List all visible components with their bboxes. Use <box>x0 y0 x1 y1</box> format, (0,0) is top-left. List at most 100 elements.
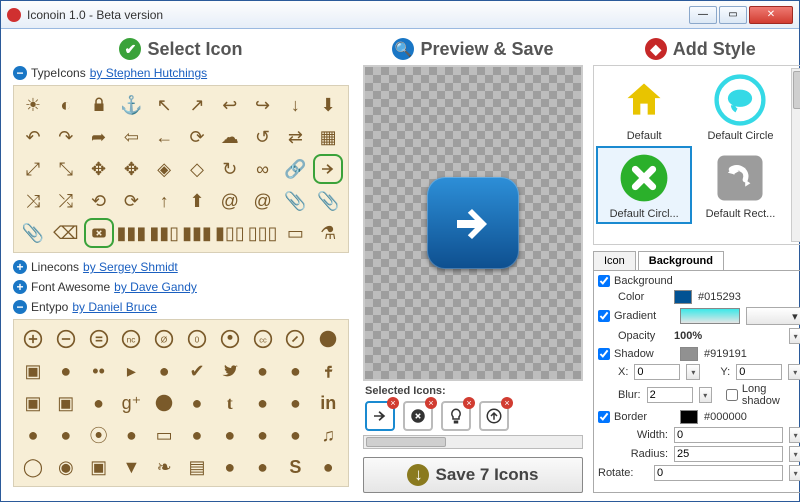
battery-low-icon[interactable]: ▮▯▯ <box>217 220 243 246</box>
opacity-spinner[interactable]: ▾ <box>789 328 800 344</box>
gplus-circle-icon[interactable]: ● <box>86 390 112 416</box>
github-icon[interactable] <box>315 326 341 352</box>
delete-icon[interactable] <box>86 220 112 246</box>
clip-icon[interactable]: 📎 <box>20 220 46 246</box>
cloud-loop-icon[interactable]: ☁ <box>217 124 243 150</box>
expand-icon[interactable]: + <box>13 280 27 294</box>
compress-icon[interactable]: ✥ <box>86 156 112 182</box>
spotify-circle-icon[interactable]: ● <box>282 422 308 448</box>
aperture-icon[interactable]: ◉ <box>53 454 79 480</box>
battery-empty-icon[interactable]: ▯▯▯ <box>250 220 276 246</box>
circle-plus-icon[interactable] <box>20 326 46 352</box>
save-button[interactable]: ↓ Save 7 Icons <box>363 457 583 493</box>
selected-thumb-upcircle[interactable]: × <box>479 401 509 431</box>
style-default[interactable]: Default <box>598 70 690 144</box>
remove-icon[interactable]: × <box>463 397 475 409</box>
blur-spinner[interactable]: ▾ <box>699 387 712 403</box>
border-swatch[interactable] <box>680 410 698 424</box>
gradient-swatch[interactable] <box>680 308 740 324</box>
minimize-button[interactable]: — <box>689 6 717 24</box>
flickr-circle-icon[interactable]: ● <box>53 358 79 384</box>
spotify-icon[interactable]: ♫ <box>315 422 341 448</box>
pinterest-icon[interactable] <box>151 390 177 416</box>
flickr-square-icon[interactable]: ▣ <box>20 358 46 384</box>
at-sign2-icon[interactable]: @ <box>250 188 276 214</box>
battery-full-icon[interactable]: ▮▮▮ <box>118 220 144 246</box>
refresh-icon[interactable]: ⟲ <box>86 188 112 214</box>
cycle-icon[interactable]: ↺ <box>250 124 276 150</box>
infinity-icon[interactable]: ∞ <box>250 156 276 182</box>
x-spinner[interactable]: ▾ <box>686 364 700 380</box>
color-swatch[interactable] <box>674 290 692 304</box>
diamond-icon[interactable]: ◇ <box>184 156 210 182</box>
style-scrollbar[interactable] <box>791 68 800 242</box>
facebook-circle-icon[interactable]: ● <box>282 358 308 384</box>
selected-thumb-bulb[interactable]: × <box>441 401 471 431</box>
redo-icon[interactable]: ↷ <box>53 124 79 150</box>
collapse-icon[interactable]: − <box>13 66 27 80</box>
arrow-up2-icon[interactable]: ⬆ <box>184 188 210 214</box>
forward-icon[interactable]: ➦ <box>86 124 112 150</box>
style-default-circle[interactable]: Default Circle <box>694 70 786 144</box>
sun-icon[interactable]: ☀ <box>20 92 46 118</box>
family-fontawesome-author-link[interactable]: by Dave Gandy <box>114 280 197 294</box>
swap-icon[interactable]: ⇄ <box>282 124 308 150</box>
selected-thumb-arrow[interactable]: × <box>365 401 395 431</box>
skype-icon[interactable]: ● <box>217 454 243 480</box>
width-spinner[interactable]: ▾ <box>789 427 800 443</box>
circle-equals-icon[interactable] <box>86 326 112 352</box>
delete-outline-icon[interactable]: ⌫ <box>53 220 79 246</box>
stumble-icon[interactable]: ⦿ <box>86 422 112 448</box>
facebook-icon[interactable] <box>315 358 341 384</box>
arrow-right-icon[interactable] <box>315 156 341 182</box>
anchor-icon[interactable]: ⚓ <box>118 92 144 118</box>
map-icon[interactable]: ▦ <box>315 124 341 150</box>
arrow-up-right-icon[interactable]: ↗ <box>184 92 210 118</box>
undo-icon[interactable]: ↶ <box>20 124 46 150</box>
skype-s-icon[interactable]: S <box>282 454 308 480</box>
vimeo-icon[interactable]: ✔ <box>184 358 210 384</box>
lock-icon[interactable] <box>86 92 112 118</box>
back-outline-icon[interactable]: ⇦ <box>118 124 144 150</box>
twitter-circle-icon[interactable]: ● <box>250 358 276 384</box>
y-input[interactable] <box>736 364 782 380</box>
rotate-spinner[interactable]: ▾ <box>789 465 800 481</box>
gradient-dropdown[interactable]: ▾ <box>746 307 800 325</box>
remove-icon[interactable]: × <box>501 397 513 409</box>
rotate-input[interactable] <box>654 465 783 481</box>
cc-user-icon[interactable] <box>217 326 243 352</box>
lastfm-circle-icon[interactable]: ● <box>184 422 210 448</box>
flickr-dots-icon[interactable]: •• <box>86 358 112 384</box>
selected-scrollbar[interactable] <box>363 435 583 449</box>
instagram-icon[interactable]: ▣ <box>86 454 112 480</box>
attachment-icon[interactable]: 📎 <box>282 188 308 214</box>
arrow-up-icon[interactable]: ↑ <box>151 188 177 214</box>
dribbble-circle-icon[interactable]: ● <box>53 422 79 448</box>
selected-thumb-delete[interactable]: × <box>403 401 433 431</box>
longshadow-checkbox[interactable] <box>726 389 738 401</box>
attachment2-icon[interactable]: 📎 <box>315 188 341 214</box>
circle-minus-icon[interactable] <box>53 326 79 352</box>
nc-icon[interactable]: nc <box>118 326 144 352</box>
pd-icon[interactable]: Ø <box>151 326 177 352</box>
battery-high-icon[interactable]: ▮▮▮ <box>184 220 210 246</box>
rdio-circle-icon[interactable]: ● <box>250 422 276 448</box>
shuffle2-icon[interactable]: ⤮ <box>53 188 79 214</box>
battery-mid-icon[interactable]: ▮▮▯ <box>151 220 177 246</box>
vimeo-circle-icon[interactable]: ● <box>151 358 177 384</box>
flattr-icon[interactable]: ▤ <box>184 454 210 480</box>
maximize-button[interactable]: ▭ <box>719 6 747 24</box>
shadow-checkbox[interactable] <box>598 348 610 360</box>
background-checkbox[interactable] <box>598 275 610 287</box>
shadow-swatch[interactable] <box>680 347 698 361</box>
flask-icon[interactable]: ⚗ <box>315 220 341 246</box>
border-checkbox[interactable] <box>598 411 610 423</box>
reply-right-icon[interactable]: ↪ <box>250 92 276 118</box>
rdio-icon[interactable]: ● <box>217 422 243 448</box>
arrow-up-left-icon[interactable]: ↖ <box>151 92 177 118</box>
gplus-square-icon[interactable]: ▣ <box>53 390 79 416</box>
cc-share-icon[interactable] <box>282 326 308 352</box>
linkedin-circle-icon[interactable]: ● <box>282 390 308 416</box>
contrast-icon[interactable]: ◐ <box>53 92 79 118</box>
sync-icon[interactable]: ⟳ <box>118 188 144 214</box>
